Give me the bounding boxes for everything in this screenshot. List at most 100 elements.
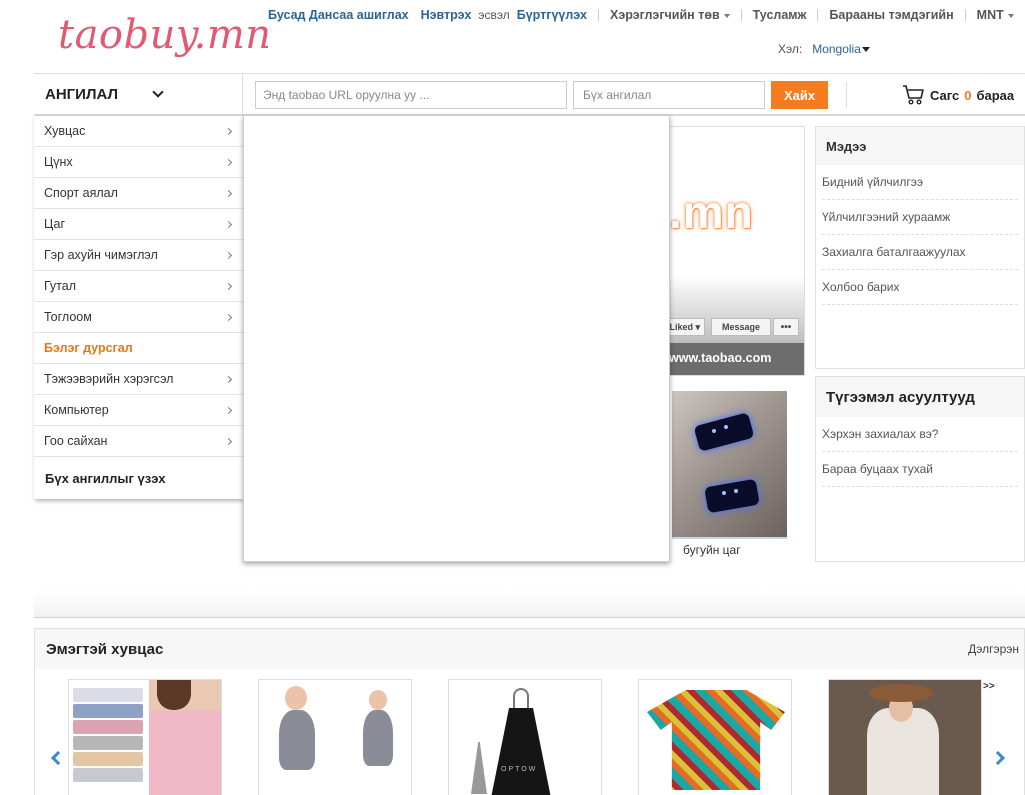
faq-item[interactable]: Бараа буцаах тухай	[822, 452, 1018, 487]
cart-icon	[903, 85, 924, 105]
news-item[interactable]: Захиалга баталгаажуулах	[822, 235, 1018, 270]
banner-url-text: www.taobao.com	[669, 351, 772, 365]
help-link[interactable]: Тусламж	[753, 8, 807, 22]
dress-figure	[491, 708, 551, 795]
product-card[interactable]	[828, 679, 982, 795]
search-button[interactable]: Хайх	[771, 81, 828, 109]
led-glow	[724, 425, 728, 429]
category-item[interactable]: Компьютер	[34, 395, 243, 426]
chevron-right-icon	[224, 282, 233, 291]
womens-clothing-section: Эмэгтэй хувцас Дэлгэрэн OPTOW >>	[34, 628, 1025, 795]
taobao-url-input[interactable]	[255, 81, 567, 109]
model-hat	[869, 684, 933, 702]
folded-clothes	[73, 704, 143, 718]
login-link[interactable]: Нэвтрэх	[421, 8, 472, 22]
caret-down-icon	[723, 13, 730, 18]
category-item[interactable]: Тэжээвэрийн хэрэгсэл	[34, 364, 243, 395]
product-card[interactable]	[68, 679, 222, 795]
chevron-right-icon	[224, 127, 233, 136]
category-item[interactable]: Спорт аялал	[34, 178, 243, 209]
category-label: Гоо сайхан	[44, 434, 108, 448]
hanger-icon	[513, 688, 529, 708]
top-navigation: Бусад Дансаа ашиглах Нэвтрэх эсвэл Бүртг…	[268, 8, 1014, 22]
model-figure	[279, 710, 315, 770]
cart-link[interactable]: Сагс 0 бараа	[902, 84, 1014, 106]
category-item[interactable]: Гэр ахуйн чимэглэл	[34, 240, 243, 271]
folded-clothes	[73, 736, 143, 750]
category-item[interactable]: Гутал	[34, 271, 243, 302]
category-label: Цүнх	[44, 155, 73, 169]
nav-divider	[964, 9, 966, 21]
news-box: Мэдээ Бидний үйлчилгээ Үйлчилгээний хура…	[815, 126, 1025, 369]
category-label: Спорт аялал	[44, 186, 118, 200]
folded-clothes	[73, 752, 143, 766]
eiffel-tower-figure	[471, 742, 487, 794]
news-title: Мэдээ	[816, 127, 1024, 165]
nav-divider	[817, 9, 819, 21]
faq-item[interactable]: Хэрхэн захиалах вэ?	[822, 417, 1018, 452]
browse-other-account-link[interactable]: Бусад Дансаа ашиглах	[268, 8, 409, 22]
featured-product-caption[interactable]: бугуйн цаг	[683, 543, 741, 557]
product-card[interactable]: OPTOW	[448, 679, 602, 795]
section-header: Эмэгтэй хувцас Дэлгэрэн	[35, 629, 1024, 669]
printed-blouse-figure	[647, 690, 785, 790]
chevron-right-icon	[224, 220, 233, 229]
facebook-more-button[interactable]: •••	[773, 318, 799, 336]
category-item[interactable]: Хувцас	[34, 116, 243, 147]
faq-title: Түгээмэл асуултууд	[816, 377, 1024, 417]
language-label: Хэл:	[778, 42, 803, 56]
caret-down-icon	[1007, 13, 1014, 18]
cart-label: Сагс	[930, 87, 960, 103]
category-item[interactable]: Цүнх	[34, 147, 243, 178]
carousel-more-link[interactable]: >>	[983, 681, 995, 692]
chevron-down-icon	[152, 86, 164, 98]
category-label: Гэр ахуйн чимэглэл	[44, 248, 158, 262]
featured-product-image[interactable]	[672, 391, 787, 539]
category-item[interactable]: Гоо сайхан	[34, 426, 243, 457]
nav-divider	[740, 9, 742, 21]
currency-dropdown[interactable]: MNT	[977, 8, 1014, 22]
news-item[interactable]: Үйлчилгээний хураамж	[822, 200, 1018, 235]
chevron-right-icon	[224, 251, 233, 260]
cart-unit: бараа	[976, 87, 1015, 103]
caret-down-icon[interactable]	[861, 46, 870, 52]
register-link[interactable]: Бүртгүүлэх	[517, 8, 587, 22]
category-menu-toggle[interactable]: АНГИЛАЛ	[34, 74, 243, 114]
model-head	[369, 690, 387, 710]
category-label: Тэжээвэрийн хэрэгсэл	[44, 372, 174, 386]
category-label: Тоглоом	[44, 310, 92, 324]
section-more-link[interactable]: Дэлгэрэн	[968, 642, 1019, 656]
product-brand-text: OPTOW	[501, 766, 538, 773]
user-center-dropdown[interactable]: Хэрэглэгчийн төв	[610, 8, 730, 22]
category-label: Бэлэг дурсгал	[44, 341, 133, 355]
category-menu: Хувцас Цүнх Спорт аялал Цаг Гэр ахуйн чи…	[34, 116, 243, 499]
carousel-next-icon[interactable]	[990, 750, 1006, 766]
category-item[interactable]: Тоглоом	[34, 302, 243, 333]
category-item[interactable]: Цаг	[34, 209, 243, 240]
chevron-right-icon	[224, 375, 233, 384]
category-select-input[interactable]	[573, 81, 765, 109]
chevron-right-icon	[224, 406, 233, 415]
language-selector: Хэл: Mongolia	[778, 42, 870, 56]
category-title: АНГИЛАЛ	[45, 85, 119, 103]
product-card[interactable]	[638, 679, 792, 795]
news-item[interactable]: Холбоо барих	[822, 270, 1018, 305]
facebook-message-button[interactable]: Message	[711, 318, 771, 336]
section-divider	[34, 590, 1025, 618]
led-glow	[712, 429, 716, 433]
category-label: Компьютер	[44, 403, 109, 417]
carousel-prev-icon[interactable]	[50, 750, 66, 766]
language-dropdown[interactable]: Mongolia	[812, 42, 861, 56]
currency-label: MNT	[976, 8, 1004, 22]
or-text: эсвэл	[478, 8, 510, 22]
view-all-categories-link[interactable]: Бүх ангиллыг үзэх	[34, 457, 243, 499]
model-hair	[157, 680, 191, 710]
product-card[interactable]	[258, 679, 412, 795]
category-item-active[interactable]: Бэлэг дурсгал	[34, 333, 243, 364]
bar-divider	[846, 82, 847, 108]
site-logo[interactable]: taobuy.mn	[58, 12, 272, 58]
news-item[interactable]: Бидний үйлчилгээ	[822, 165, 1018, 200]
track-link[interactable]: Барааны тэмдэгийн	[829, 8, 953, 22]
led-glow	[722, 491, 726, 495]
chevron-right-icon	[224, 189, 233, 198]
